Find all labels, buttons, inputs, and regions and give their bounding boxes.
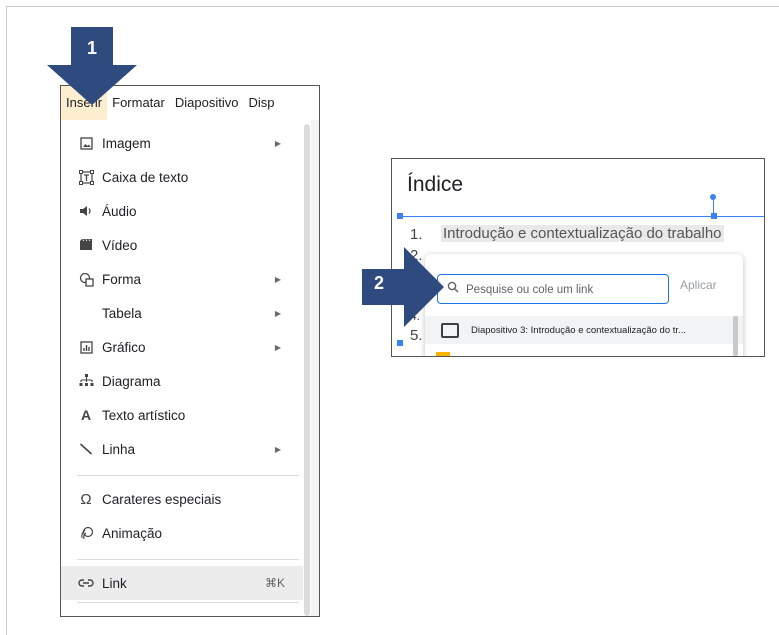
menu-item-label: Link [102,575,127,591]
submenu-arrow-icon: ▶ [274,274,281,284]
menu-item-label: Caixa de texto [102,169,189,185]
word-art-icon: A [80,407,92,423]
menu-item-label: Animação [102,525,163,541]
menu-item-link[interactable]: Link ⌘K [61,566,303,600]
menu-item-label: Linha [102,441,136,457]
step-2-callout: 2 [362,247,444,327]
menu-item-caixa-de-texto[interactable]: Caixa de texto [61,160,303,194]
slide-thumbnail-icon [436,352,450,356]
link-suggestion-text: Diapositivo 3: Introdução e contextualiz… [471,324,686,336]
selection-border [400,216,764,217]
menu-scrollbar[interactable] [304,124,310,616]
link-popup: Aplicar Diapositivo 3: Introdução e cont… [425,254,743,356]
audio-icon [77,202,95,220]
menu-divider [77,475,299,476]
line-icon [77,440,95,458]
menu-item-imagem[interactable]: Imagem ▶ [61,126,303,160]
selection-handle[interactable] [711,213,717,219]
animation-icon [77,524,95,542]
menu-item-label: Vídeo [102,237,138,253]
link-search-input[interactable] [464,279,663,301]
menu-divider [77,602,299,603]
rotate-handle-line [713,199,714,214]
link-popup-screenshot: Índice 1. 2. 5. 4. Introdução e contextu… [391,158,765,357]
menu-item-video[interactable]: Vídeo [61,228,303,262]
search-icon [447,281,459,296]
menu-item-label: Imagem [102,135,151,151]
menu-item-label: Gráfico [102,339,146,355]
menu-item-diagrama[interactable]: Diagrama [61,364,303,398]
menu-item-linha[interactable]: Linha ▶ [61,432,303,466]
menu-item-label: Áudio [102,203,137,219]
menu-item-label: Forma [102,271,142,287]
link-suggestion-row[interactable]: Diapositivo 3: Introdução e contextualiz… [425,316,743,344]
step-1-callout: 1 [47,27,137,105]
image-icon [77,134,95,152]
submenu-arrow-icon: ▶ [274,308,281,318]
selected-list-text[interactable]: Introdução e contextualização do trabalh… [441,225,724,242]
menu-item-animacao[interactable]: Animação [61,516,303,550]
selection-handle[interactable] [397,213,403,219]
selection-handle[interactable] [397,340,403,346]
video-icon [77,236,95,254]
slide-title: Índice [407,173,464,196]
menu-divider [77,559,299,560]
insert-menu-screenshot: Inserir Formatar Diapositivo Disp Imagem… [60,85,320,617]
menu-item-texto-artistico[interactable]: A Texto artístico [61,398,303,432]
list-number: 1. [410,226,423,243]
menu-item-forma[interactable]: Forma ▶ [61,262,303,296]
diagram-icon [77,372,95,390]
menu-diapositivo[interactable]: Diapositivo [170,86,244,120]
table-icon [77,304,95,322]
chart-icon [77,338,95,356]
link-icon [77,574,95,592]
omega-icon: Ω [80,490,92,508]
submenu-arrow-icon: ▶ [274,444,281,454]
menu-item-carateres-especiais[interactable]: Ω Carateres especiais [61,482,303,516]
menu-disp[interactable]: Disp [243,86,279,120]
insert-menu-dropdown: Imagem ▶ Caixa de texto Áudio Vídeo Form… [61,120,303,616]
submenu-arrow-icon: ▶ [274,138,281,148]
menu-item-label: Texto artístico [102,407,186,423]
popup-scrollbar[interactable] [733,316,738,356]
list-number: 5. [410,327,423,344]
apply-button[interactable]: Aplicar [680,278,717,292]
menu-item-label: Carateres especiais [102,491,222,507]
text-box-icon [77,168,95,186]
link-search-box[interactable] [437,274,669,304]
menu-item-audio[interactable]: Áudio [61,194,303,228]
menu-item-tabela[interactable]: Tabela ▶ [61,296,303,330]
shape-icon [77,270,95,288]
menu-item-label: Tabela [102,305,142,321]
menu-side-strip [311,120,319,616]
menu-item-grafico[interactable]: Gráfico ▶ [61,330,303,364]
step-1-label: 1 [86,38,97,58]
step-2-label: 2 [374,273,385,293]
shortcut-label: ⌘K [264,576,285,590]
menu-item-label: Diagrama [102,373,161,389]
submenu-arrow-icon: ▶ [274,342,281,352]
